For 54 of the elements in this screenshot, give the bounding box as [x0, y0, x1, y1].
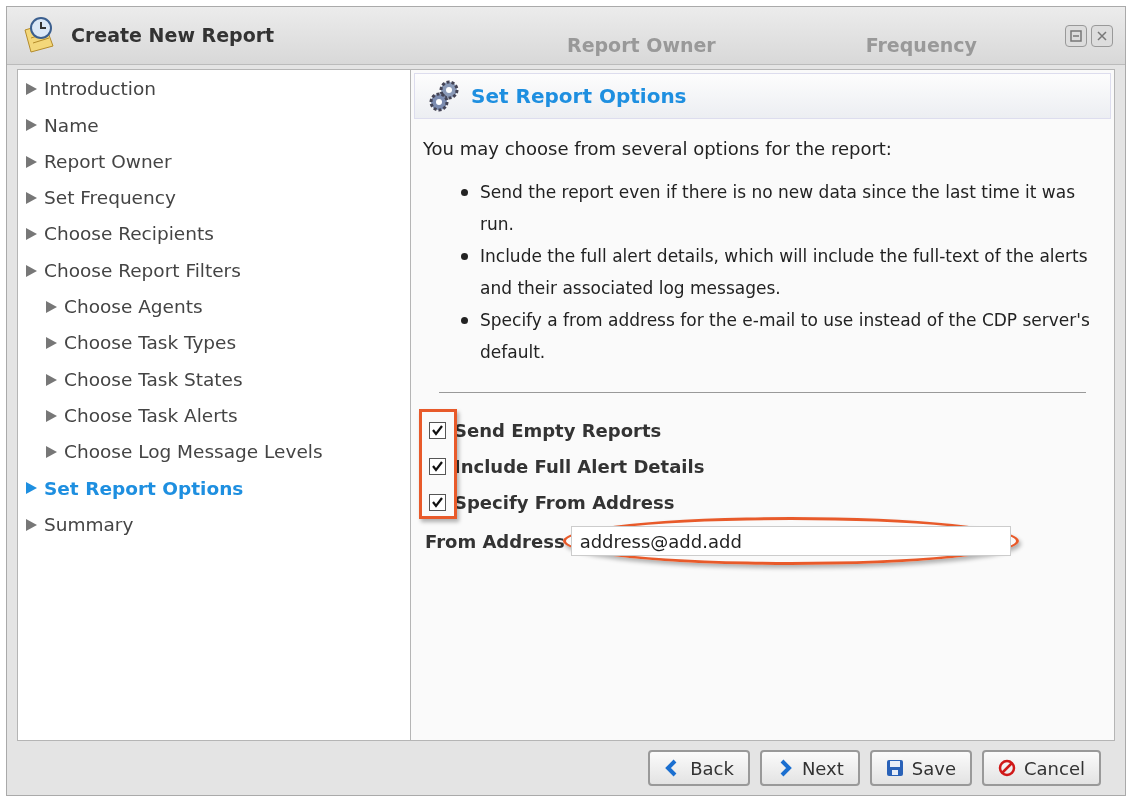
sidebar-item[interactable]: Choose Task Alerts	[18, 397, 410, 434]
window-title: Create New Report	[71, 23, 275, 49]
bullet-text: Send the report even if there is no new data since the last time it was run.	[480, 181, 1076, 236]
triangle-icon	[44, 445, 58, 460]
save-icon	[885, 759, 904, 777]
option-label: Specify From Address	[454, 491, 675, 515]
restore-icon	[1070, 29, 1082, 42]
triangle-icon	[24, 481, 38, 496]
next-button[interactable]: Next	[759, 750, 860, 786]
checkbox[interactable]	[429, 422, 446, 439]
option-label: Include Full Alert Details	[454, 455, 705, 479]
triangle-icon	[24, 118, 38, 133]
triangle-icon	[24, 517, 38, 532]
bullet-text: Specify a from address for the e-mail to use instead of the CDP server's default.	[480, 309, 1091, 364]
intro-text: You may choose from several options for the report:	[423, 137, 893, 161]
triangle-icon	[24, 263, 38, 278]
bullet-icon	[461, 253, 468, 260]
bullet-icon	[461, 317, 468, 324]
sidebar-item[interactable]: Choose Agents	[18, 288, 410, 326]
triangle-icon	[24, 191, 38, 206]
sidebar-item[interactable]: Summary	[18, 506, 410, 543]
save-button[interactable]: Save	[869, 750, 972, 786]
triangle-icon	[44, 372, 58, 387]
sidebar-item[interactable]: Name	[18, 107, 410, 144]
background-tab-label: Report Owner	[567, 33, 716, 58]
panel-title: Set Report Options	[471, 83, 687, 110]
triangle-icon	[44, 299, 58, 314]
cancel-button[interactable]: Cancel	[982, 750, 1101, 786]
option-label: Send Empty Reports	[454, 419, 662, 443]
close-icon	[1096, 29, 1108, 42]
sidebar-item[interactable]: Introduction	[18, 71, 410, 108]
triangle-icon	[44, 336, 58, 351]
sidebar-item[interactable]: Report Owner	[18, 143, 410, 180]
sidebar-item[interactable]: Choose Recipients	[18, 216, 410, 253]
back-button[interactable]: Back	[648, 750, 750, 786]
cancel-icon	[998, 759, 1016, 777]
restore-button[interactable]	[1065, 24, 1087, 47]
triangle-icon	[24, 227, 38, 242]
background-tab-label: Frequency	[865, 33, 977, 58]
sidebar-item[interactable]: Choose Log Message Levels	[18, 433, 410, 471]
field-label: From Address	[425, 529, 565, 554]
bullet-icon	[461, 189, 468, 196]
sidebar-item[interactable]: Set Frequency	[18, 179, 410, 217]
close-button[interactable]	[1091, 24, 1113, 47]
sidebar-item[interactable]: Choose Task Types	[18, 325, 410, 362]
triangle-icon	[44, 408, 58, 423]
sidebar-item[interactable]: Choose Task States	[18, 361, 410, 398]
from-address-field[interactable]: address@add.add	[570, 526, 1011, 556]
checkbox[interactable]	[429, 494, 446, 511]
triangle-icon	[24, 82, 38, 97]
sidebar-item[interactable]: Choose Report Filters	[18, 252, 410, 289]
triangle-icon	[24, 154, 38, 169]
bullet-text: Include the full alert details, which will include the full-text of the alerts and their associated log messages.	[480, 245, 1089, 300]
checkbox[interactable]	[429, 458, 446, 475]
